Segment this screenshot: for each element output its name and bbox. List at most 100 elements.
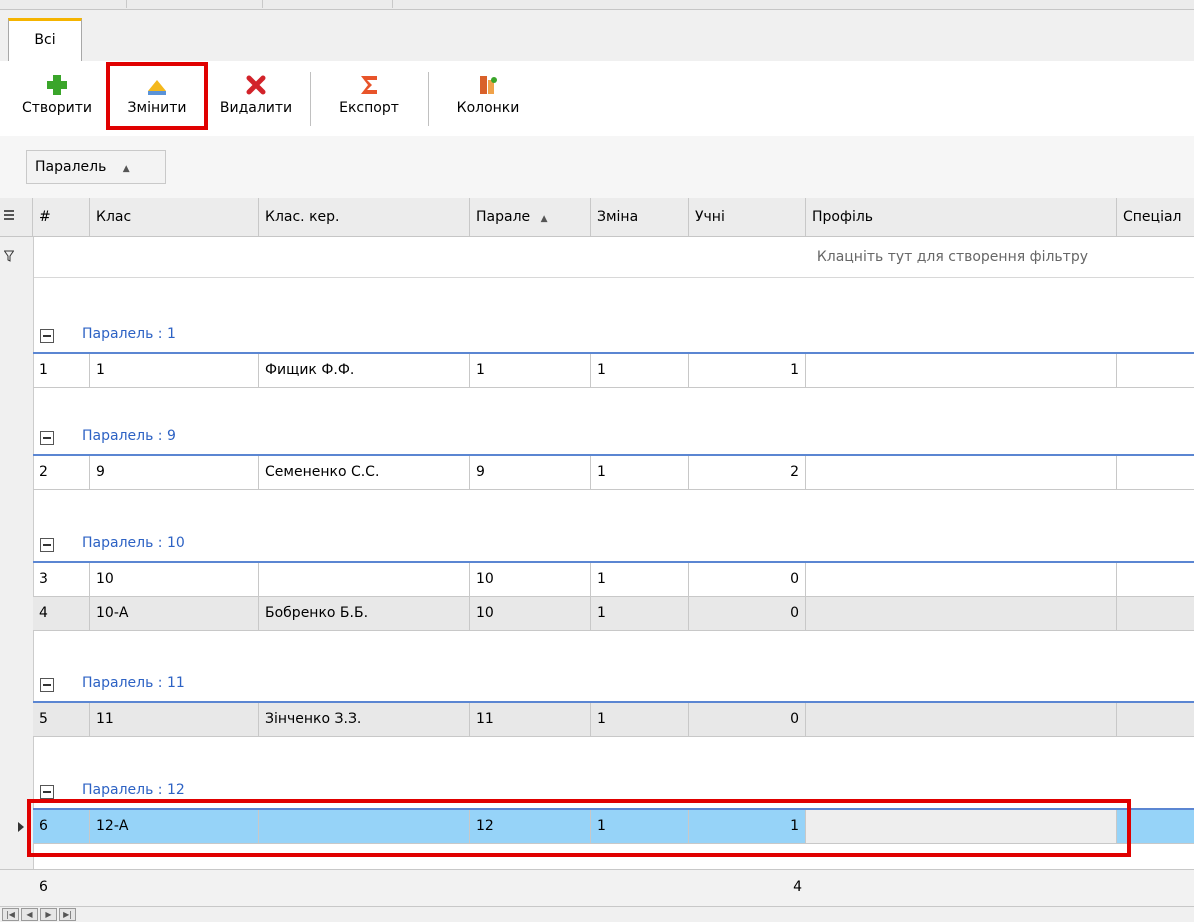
- cell-specialization: [1117, 456, 1194, 489]
- next-record-icon[interactable]: ▶: [40, 908, 57, 921]
- table-row[interactable]: 1 1 Фищик Ф.Ф. 1 1 1: [33, 354, 1194, 388]
- cell-students: 1: [689, 354, 806, 387]
- cell-parallel: 1: [470, 354, 591, 387]
- cell-students: 0: [689, 597, 806, 630]
- cell-parallel: 10: [470, 597, 591, 630]
- cell-parallel: 10: [470, 563, 591, 596]
- cell-class: 11: [90, 703, 259, 736]
- cell-profile: [806, 563, 1117, 596]
- group-row-paralel-1[interactable]: Паралель : 1: [33, 322, 1194, 354]
- table-row[interactable]: 3 10 10 1 0: [33, 563, 1194, 597]
- cell-students: 0: [689, 563, 806, 596]
- first-record-icon[interactable]: |◀: [2, 908, 19, 921]
- column-header-class-teacher[interactable]: Клас. кер.: [259, 198, 470, 236]
- last-record-icon[interactable]: ▶|: [59, 908, 76, 921]
- export-button[interactable]: Експорт: [322, 66, 416, 132]
- cell-class-teacher: Фищик Ф.Ф.: [259, 354, 470, 387]
- cell-students: 0: [689, 703, 806, 736]
- cell-class: 1: [90, 354, 259, 387]
- group-row-paralel-10[interactable]: Паралель : 10: [33, 531, 1194, 563]
- cell-class: 9: [90, 456, 259, 489]
- footer-row-count: 6: [39, 879, 48, 895]
- cell-class-teacher: Бобренко Б.Б.: [259, 597, 470, 630]
- collapse-icon[interactable]: [40, 329, 54, 343]
- cell-shift: 1: [591, 597, 689, 630]
- columns-button[interactable]: Колонки: [440, 66, 536, 132]
- tab-bar: [0, 10, 1194, 62]
- cell-students: 2: [689, 456, 806, 489]
- cell-shift: 1: [591, 703, 689, 736]
- window-top-strip: [0, 0, 1194, 10]
- edit-button-highlight: [106, 62, 208, 130]
- cell-parallel: 11: [470, 703, 591, 736]
- cell-shift: 1: [591, 563, 689, 596]
- sort-asc-icon: ▲: [122, 164, 130, 174]
- cell-class: 10-А: [90, 597, 259, 630]
- plus-icon: [47, 75, 67, 95]
- cell-specialization: [1117, 597, 1194, 630]
- group-label: Паралель : 9: [82, 428, 176, 444]
- cell-parallel: 9: [470, 456, 591, 489]
- cell-profile: [806, 597, 1117, 630]
- collapse-icon[interactable]: [40, 431, 54, 445]
- cell-profile: [806, 354, 1117, 387]
- selected-row-highlight: [27, 799, 1131, 857]
- sort-asc-icon: ▲: [540, 214, 548, 224]
- group-row-paralel-11[interactable]: Паралель : 11: [33, 671, 1194, 703]
- column-header-number[interactable]: #: [33, 198, 90, 236]
- cell-number: 1: [33, 354, 90, 387]
- export-label: Експорт: [339, 100, 399, 116]
- column-header-profile[interactable]: Профіль: [806, 198, 1117, 236]
- group-chip-paralel[interactable]: Паралель ▲: [26, 150, 166, 184]
- column-header-parallel-label: Парале: [476, 209, 531, 225]
- cell-profile: [806, 703, 1117, 736]
- cell-number: 4: [33, 597, 90, 630]
- delete-label: Видалити: [219, 100, 293, 116]
- cell-shift: 1: [591, 354, 689, 387]
- table-row[interactable]: 4 10-А Бобренко Б.Б. 10 1 0: [33, 597, 1194, 631]
- column-header-class[interactable]: Клас: [90, 198, 259, 236]
- group-label: Паралель : 12: [82, 782, 185, 798]
- create-label: Створити: [22, 100, 92, 116]
- tab-all[interactable]: Всі: [8, 18, 82, 61]
- export-sigma-icon: [361, 76, 377, 94]
- column-header-parallel[interactable]: Парале ▲: [470, 198, 591, 236]
- columns-label: Колонки: [456, 100, 520, 116]
- footer-students-total: 4: [793, 879, 802, 895]
- cell-number: 3: [33, 563, 90, 596]
- filter-prompt[interactable]: Клацніть тут для створення фільтру: [817, 237, 1088, 277]
- cell-class-teacher: Зінченко З.З.: [259, 703, 470, 736]
- group-by-panel: [0, 136, 1194, 199]
- group-chip-label: Паралель: [35, 159, 107, 175]
- top-strip-segment: [262, 0, 393, 8]
- column-header-shift[interactable]: Зміна: [591, 198, 689, 236]
- collapse-icon[interactable]: [40, 785, 54, 799]
- group-row-paralel-9[interactable]: Паралель : 9: [33, 424, 1194, 456]
- column-chooser-icon[interactable]: [0, 198, 33, 236]
- cell-specialization: [1117, 703, 1194, 736]
- column-header-students[interactable]: Учні: [689, 198, 806, 236]
- table-row[interactable]: 5 11 Зінченко З.З. 11 1 0: [33, 703, 1194, 737]
- top-strip-segment: [126, 0, 263, 8]
- prev-record-icon[interactable]: ◀: [21, 908, 38, 921]
- collapse-icon[interactable]: [40, 678, 54, 692]
- create-button[interactable]: Створити: [8, 66, 106, 132]
- top-strip-segment: [0, 0, 127, 8]
- cell-profile: [806, 456, 1117, 489]
- column-header-specialization[interactable]: Спеціал: [1117, 198, 1194, 236]
- cell-class-teacher: [259, 563, 470, 596]
- cell-class: 10: [90, 563, 259, 596]
- current-row-arrow-icon: [18, 822, 24, 832]
- delete-button[interactable]: Видалити: [210, 66, 302, 132]
- cell-number: 5: [33, 703, 90, 736]
- group-label: Паралель : 1: [82, 326, 176, 342]
- toolbar-separator: [428, 72, 429, 126]
- column-menu-icon: [4, 210, 14, 220]
- group-label: Паралель : 10: [82, 535, 185, 551]
- filter-icon[interactable]: [4, 250, 14, 262]
- collapse-icon[interactable]: [40, 538, 54, 552]
- table-row[interactable]: 2 9 Семененко С.С. 9 1 2: [33, 456, 1194, 490]
- summary-footer: [0, 869, 1194, 906]
- cell-specialization: [1117, 354, 1194, 387]
- cell-shift: 1: [591, 456, 689, 489]
